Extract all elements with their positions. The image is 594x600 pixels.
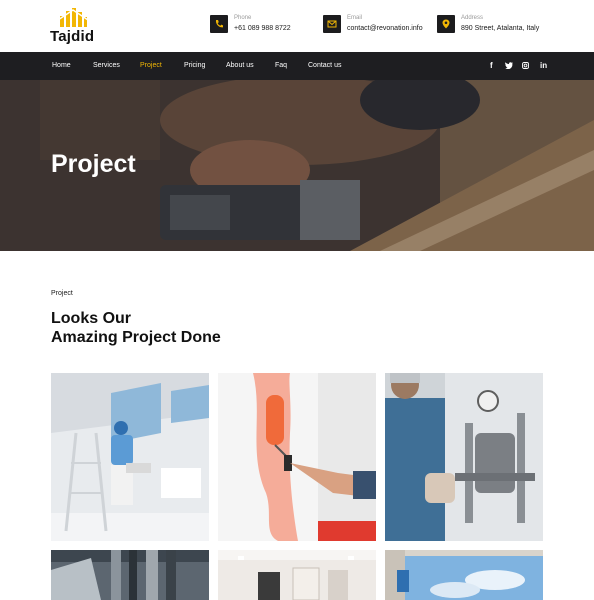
gallery-item-pipes-ceiling[interactable] [51, 550, 209, 600]
hero-title: Project [51, 150, 136, 178]
section-title-line: Looks Our [51, 310, 132, 327]
gallery-item-window-cleaning[interactable] [385, 550, 543, 600]
project-image [51, 373, 209, 541]
contact-label: Phone [234, 15, 252, 21]
section-title-line: Amazing Project Done [51, 329, 221, 346]
brand-logo[interactable]: Tajdid [50, 8, 100, 45]
phone-icon [210, 15, 228, 33]
nav-item-faq[interactable]: Faq [275, 62, 287, 69]
project-image [218, 373, 376, 541]
section-label: Project [51, 290, 73, 297]
project-image [385, 373, 543, 541]
email-icon [323, 15, 341, 33]
hero-banner: Project [0, 80, 594, 251]
gallery-item-plumber-pipes[interactable] [385, 373, 543, 541]
brand-name: Tajdid [50, 28, 95, 45]
gallery-item-paint-roller-wall[interactable] [218, 373, 376, 541]
contact-value[interactable]: contact@revonation.info [347, 25, 423, 32]
contact-label: Email [347, 15, 363, 21]
location-icon [437, 15, 455, 33]
project-image [51, 550, 209, 600]
nav-item-pricing[interactable]: Pricing [184, 62, 205, 69]
top-header: Tajdid Phone +61 089 988 8722 Email cont… [0, 0, 594, 52]
project-image [218, 550, 376, 600]
nav-item-project[interactable]: Project [140, 62, 162, 69]
contact-value[interactable]: 890 Street, Atalanta, Italy [461, 25, 539, 32]
gallery-item-room-interior[interactable] [218, 550, 376, 600]
nav-item-about-us[interactable]: About us [226, 62, 254, 69]
contact-value[interactable]: +61 089 988 8722 [234, 25, 291, 32]
nav-item-home[interactable]: Home [52, 62, 71, 69]
nav-item-services[interactable]: Services [93, 62, 120, 69]
logo-icon [58, 8, 88, 27]
contact-label: Address [461, 15, 484, 21]
section-title: Looks Our Amazing Project Done [51, 309, 221, 347]
linkedin-icon[interactable]: in [540, 61, 547, 70]
instagram-icon[interactable] [522, 62, 529, 71]
main-navigation: Home Services Project Pricing About us F… [0, 52, 594, 80]
nav-item-contact-us[interactable]: Contact us [308, 62, 341, 69]
twitter-icon[interactable] [505, 62, 513, 71]
facebook-icon[interactable]: f [490, 61, 493, 70]
project-image [385, 550, 543, 600]
gallery-item-painter-on-ladder[interactable] [51, 373, 209, 541]
